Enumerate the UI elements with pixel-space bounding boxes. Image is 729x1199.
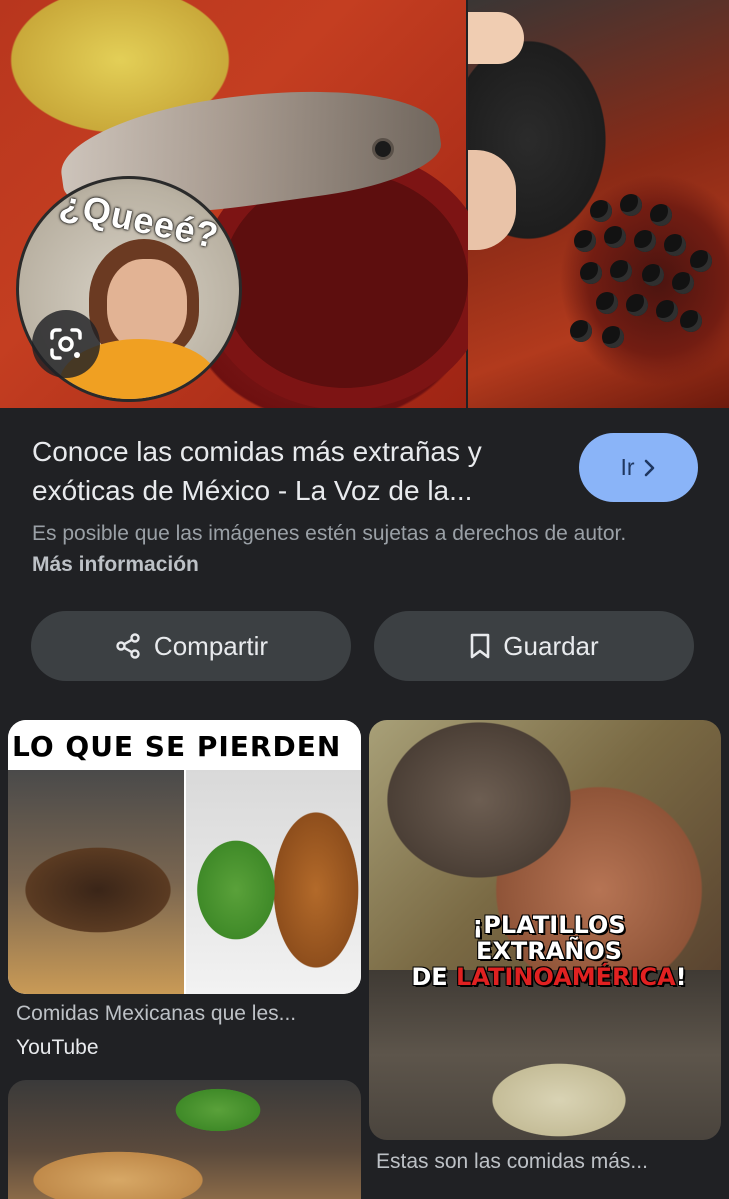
overlay-line-1: ¡PLATILLOS EXTRAÑOS: [472, 911, 626, 965]
ground-grains-photo: [369, 970, 721, 1140]
go-button[interactable]: Ir: [579, 433, 698, 502]
save-button[interactable]: Guardar: [374, 611, 694, 681]
related-caption-1[interactable]: Comidas Mexicanas que les...: [16, 1002, 361, 1026]
related-image-3[interactable]: [8, 1080, 361, 1199]
related-image-1-overlay: LO QUE SE PIERDEN: [8, 720, 361, 770]
related-source-1: YouTube: [16, 1036, 99, 1059]
share-label: Compartir: [153, 630, 269, 661]
tacos-photo: [8, 770, 184, 994]
bookmark-icon: [470, 633, 490, 659]
google-lens-button[interactable]: [32, 310, 100, 378]
sticker-face: [107, 259, 187, 351]
fingertip-decoration: [468, 12, 524, 64]
taco-photo: [8, 1080, 361, 1199]
related-image-2-overlay: ¡PLATILLOS EXTRAÑOS DE LATINOAMÉRICA!: [399, 912, 699, 990]
result-title[interactable]: Conoce las comidas más extrañas y exótic…: [32, 432, 552, 510]
go-button-label: Ir: [620, 454, 635, 480]
related-caption-2[interactable]: Estas son las comidas más...: [376, 1150, 721, 1174]
copyright-text: Es posible que las imágenes estén sujeta…: [32, 522, 627, 545]
image-result-page: ¿Queeé? Conoce las comidas más extrañas …: [0, 0, 729, 1199]
related-image-2[interactable]: ¡PLATILLOS EXTRAÑOS DE LATINOAMÉRICA!: [369, 720, 721, 1140]
overlay-line-2: DE LATINOAMÉRICA!: [411, 963, 687, 991]
chevron-right-icon: [644, 459, 654, 476]
share-icon: [116, 633, 140, 659]
google-lens-icon: [50, 328, 82, 360]
more-info-link[interactable]: Más información: [32, 553, 199, 576]
copyright-notice: Es posible que las imágenes estén sujeta…: [32, 518, 672, 580]
share-button[interactable]: Compartir: [31, 611, 351, 681]
guacamole-worms-photo: [186, 770, 361, 994]
insects-decoration: [560, 190, 720, 360]
creature-eye: [372, 138, 394, 160]
main-image[interactable]: ¿Queeé?: [0, 0, 729, 408]
save-label: Guardar: [503, 630, 599, 661]
related-image-1[interactable]: LO QUE SE PIERDEN: [8, 720, 361, 994]
